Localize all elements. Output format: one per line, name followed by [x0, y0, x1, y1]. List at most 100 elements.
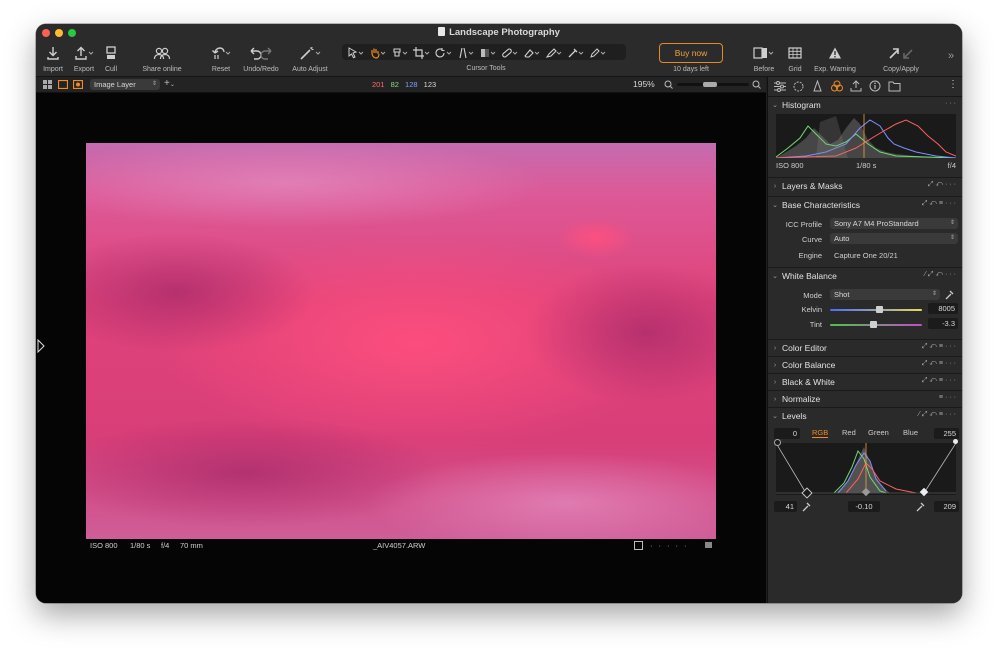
before-button[interactable]: Before: [748, 43, 780, 73]
levels-low-output[interactable]: 0: [774, 428, 800, 439]
black-white-header[interactable]: › Black & White ⤢↶≡···: [768, 373, 962, 390]
tint-value[interactable]: -3.3: [928, 318, 958, 329]
section-actions-icon[interactable]: ⤢↶≡···: [922, 343, 958, 351]
zoom-out-icon[interactable]: [664, 80, 673, 89]
icc-profile-select[interactable]: Sony A7 M4 ProStandard ⇕: [830, 218, 958, 229]
reset-button[interactable]: Reset: [206, 43, 236, 73]
image-viewer[interactable]: ISO 800 1/80 s f/4 70 mm _AIV4057.ARW ··…: [36, 93, 766, 603]
toolbar-overflow-chevron-icon[interactable]: »: [944, 50, 958, 62]
section-actions-icon[interactable]: ⤢↶≡···: [922, 360, 958, 368]
metadata-tab-icon[interactable]: [869, 80, 881, 92]
section-actions-icon[interactable]: ⤢↶···: [928, 181, 958, 189]
color-editor-header[interactable]: › Color Editor ⤢↶≡···: [768, 339, 962, 356]
levels-midtone[interactable]: -0.10: [848, 501, 880, 512]
exposure-warning-button[interactable]: Exp. Warning: [810, 43, 860, 73]
buy-now-button[interactable]: Buy now: [659, 43, 723, 63]
heal-tool[interactable]: [501, 46, 519, 64]
wb-mode-label: Mode: [803, 291, 822, 300]
import-button[interactable]: Import: [40, 43, 66, 73]
mask-tool[interactable]: [479, 46, 497, 64]
pan-tool[interactable]: [369, 46, 387, 64]
white-point-eyedropper-icon[interactable]: [916, 501, 926, 512]
zoom-slider-thumb[interactable]: [703, 82, 717, 87]
crop-tool[interactable]: [413, 46, 431, 64]
grid-icon: [788, 47, 802, 59]
levels-tab-red[interactable]: Red: [842, 428, 856, 437]
undo-redo-button[interactable]: Undo/Redo: [241, 43, 281, 73]
levels-tab-blue[interactable]: Blue: [903, 428, 918, 437]
single-view-icon[interactable]: [58, 80, 68, 89]
rotate-tool[interactable]: [435, 46, 453, 64]
base-characteristics-section: ⌄ Base Characteristics ⤢↶≡··· ICC Profile …: [768, 196, 962, 260]
levels-output-low-handle[interactable]: [774, 439, 781, 446]
select-checkbox[interactable]: [634, 541, 643, 550]
export-button[interactable]: Export: [69, 43, 99, 73]
levels-output-high-handle[interactable]: [953, 439, 958, 444]
section-actions-icon[interactable]: ⁄⤢↶≡···: [919, 411, 958, 419]
section-actions-icon[interactable]: ⁄⤢↶···: [925, 271, 958, 279]
histogram-header[interactable]: ⌄ Histogram ···: [768, 97, 962, 113]
levels-low-input[interactable]: 41: [774, 501, 797, 512]
curve-select[interactable]: Auto ⇕: [830, 233, 958, 244]
more-dots-icon[interactable]: ···: [945, 100, 958, 107]
layers-masks-header[interactable]: › Layers & Masks ⤢↶···: [768, 177, 962, 194]
exposure-tab-icon[interactable]: [812, 80, 823, 92]
loupe-tool[interactable]: [391, 46, 409, 64]
select-tool[interactable]: [347, 46, 365, 64]
tint-slider-thumb[interactable]: [870, 321, 877, 328]
expand-left-panel-icon[interactable]: [37, 339, 45, 353]
levels-header[interactable]: ⌄ Levels ⁄⤢↶≡···: [768, 407, 962, 424]
keystone-tool[interactable]: [457, 46, 475, 64]
color-tab-icon[interactable]: [830, 80, 844, 92]
annotate-tool[interactable]: [589, 46, 607, 64]
white-balance-header[interactable]: ⌄ White Balance ⁄⤢↶···: [768, 267, 962, 284]
panel-more-icon[interactable]: ⋮: [948, 79, 958, 90]
section-actions-icon[interactable]: ≡···: [939, 394, 958, 401]
engine-value: Capture One 20/21: [834, 251, 898, 260]
kelvin-slider-thumb[interactable]: [876, 306, 883, 313]
zoom-in-icon[interactable]: [752, 80, 761, 89]
layer-selector[interactable]: Image Layer ⇕: [90, 78, 160, 90]
updown-chevron-icon: ⇕: [151, 80, 157, 87]
output-tab-icon[interactable]: [850, 80, 862, 92]
wb-picker-eyedropper-icon[interactable]: [945, 289, 955, 300]
histogram-iso: ISO 800: [776, 161, 804, 170]
sliders-tab-icon[interactable]: [774, 81, 786, 92]
wb-mode-select[interactable]: Shot ⇕: [830, 289, 940, 300]
levels-graph[interactable]: [774, 439, 958, 499]
zoom-slider[interactable]: [677, 82, 749, 87]
eraser-tool[interactable]: [523, 46, 541, 64]
levels-tab-green[interactable]: Green: [868, 428, 889, 437]
rotate-icon: [435, 48, 452, 58]
copy-apply-button[interactable]: Copy/Apply: [878, 43, 924, 73]
picker-tool[interactable]: [567, 46, 585, 64]
histogram-title: Histogram: [782, 100, 821, 110]
section-actions-icon[interactable]: ⤢↶≡···: [922, 200, 958, 208]
lens-tab-icon[interactable]: [793, 81, 804, 92]
levels-tab-rgb[interactable]: RGB: [812, 428, 829, 438]
brush-tool[interactable]: [545, 46, 563, 64]
grid-button[interactable]: Grid: [784, 43, 806, 73]
cull-button[interactable]: Cull: [101, 43, 121, 73]
curve-label: Curve: [801, 235, 822, 244]
grid-view-icon[interactable]: [43, 80, 52, 89]
proof-view-icon[interactable]: [73, 80, 83, 89]
color-balance-header[interactable]: › Color Balance ⤢↶≡···: [768, 356, 962, 373]
base-characteristics-header[interactable]: ⌄ Base Characteristics ⤢↶≡···: [768, 196, 962, 213]
kelvin-value[interactable]: 8005: [928, 303, 958, 314]
reset-label: Reset: [211, 66, 231, 73]
black-point-eyedropper-icon[interactable]: [802, 501, 812, 512]
rating-dots[interactable]: ·····: [650, 541, 693, 550]
library-tab-icon[interactable]: [888, 80, 901, 92]
color-tag-icon[interactable]: [705, 542, 712, 548]
add-layer-icon[interactable]: +⌄: [164, 78, 175, 89]
white-balance-section: ⌄ White Balance ⁄⤢↶··· Mode Shot ⇕ Kelvin 8…: [768, 267, 962, 329]
auto-adjust-button[interactable]: Auto Adjust: [288, 43, 332, 73]
levels-high-output[interactable]: 255: [934, 428, 959, 439]
section-actions-icon[interactable]: ⤢↶≡···: [922, 377, 958, 385]
tint-label: Tint: [809, 320, 822, 329]
levels-high-input[interactable]: 209: [934, 501, 959, 512]
photo-preview[interactable]: [86, 143, 716, 539]
share-online-button[interactable]: Share online: [136, 43, 188, 73]
normalize-header[interactable]: › Normalize ≡···: [768, 390, 962, 407]
